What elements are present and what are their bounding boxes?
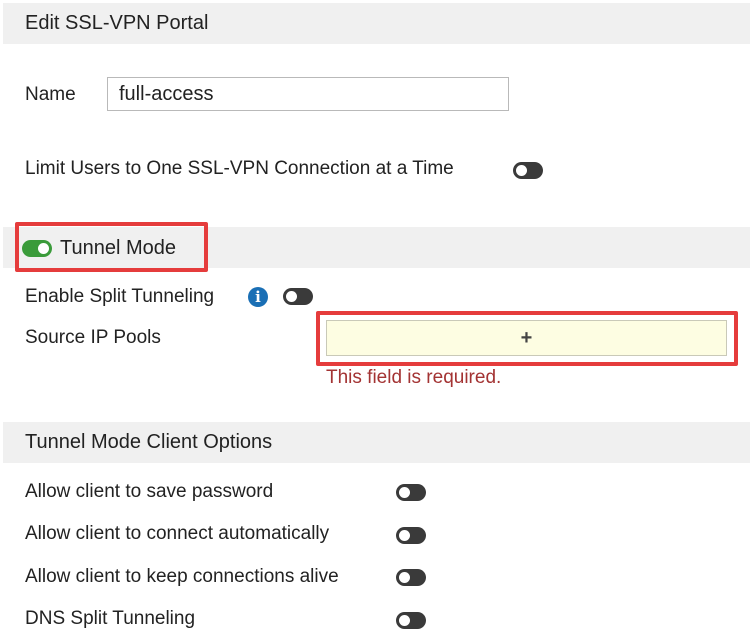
tunnel-mode-label: Tunnel Mode [60,236,176,259]
save-password-toggle[interactable] [396,484,426,501]
tunnel-mode-toggle[interactable] [22,239,52,257]
client-option-label: Allow client to save password [25,481,274,502]
client-option-label: Allow client to keep connections alive [25,566,339,587]
client-options-header: Tunnel Mode Client Options [3,422,750,463]
keep-connections-alive-toggle[interactable] [396,569,426,586]
toggle-knob [399,572,410,583]
toggle-knob [286,291,297,302]
split-tunneling-label: Enable Split Tunneling [25,286,215,307]
source-ip-pools-error: This field is required. [326,367,502,388]
connect-automatically-toggle[interactable] [396,527,426,544]
dns-split-tunneling-toggle[interactable] [396,612,426,629]
info-icon[interactable]: i [248,287,268,307]
limit-users-toggle[interactable] [513,162,543,179]
client-option-label: Allow client to connect automatically [25,523,330,544]
dialog-title: Edit SSL-VPN Portal [3,3,750,44]
toggle-knob [516,165,527,176]
toggle-knob [399,487,410,498]
source-ip-pools-add-button[interactable]: + [326,320,727,356]
client-option-label: DNS Split Tunneling [25,608,196,629]
name-label: Name [25,84,76,105]
split-tunneling-toggle[interactable] [283,288,313,305]
toggle-knob [38,242,49,254]
tunnel-mode-row: Tunnel Mode [22,233,176,263]
toggle-knob [399,530,410,541]
limit-users-label: Limit Users to One SSL-VPN Connection at… [25,158,454,179]
toggle-knob [399,615,410,626]
source-ip-pools-label: Source IP Pools [25,327,161,348]
plus-icon: + [520,326,533,349]
name-input[interactable] [107,77,509,111]
